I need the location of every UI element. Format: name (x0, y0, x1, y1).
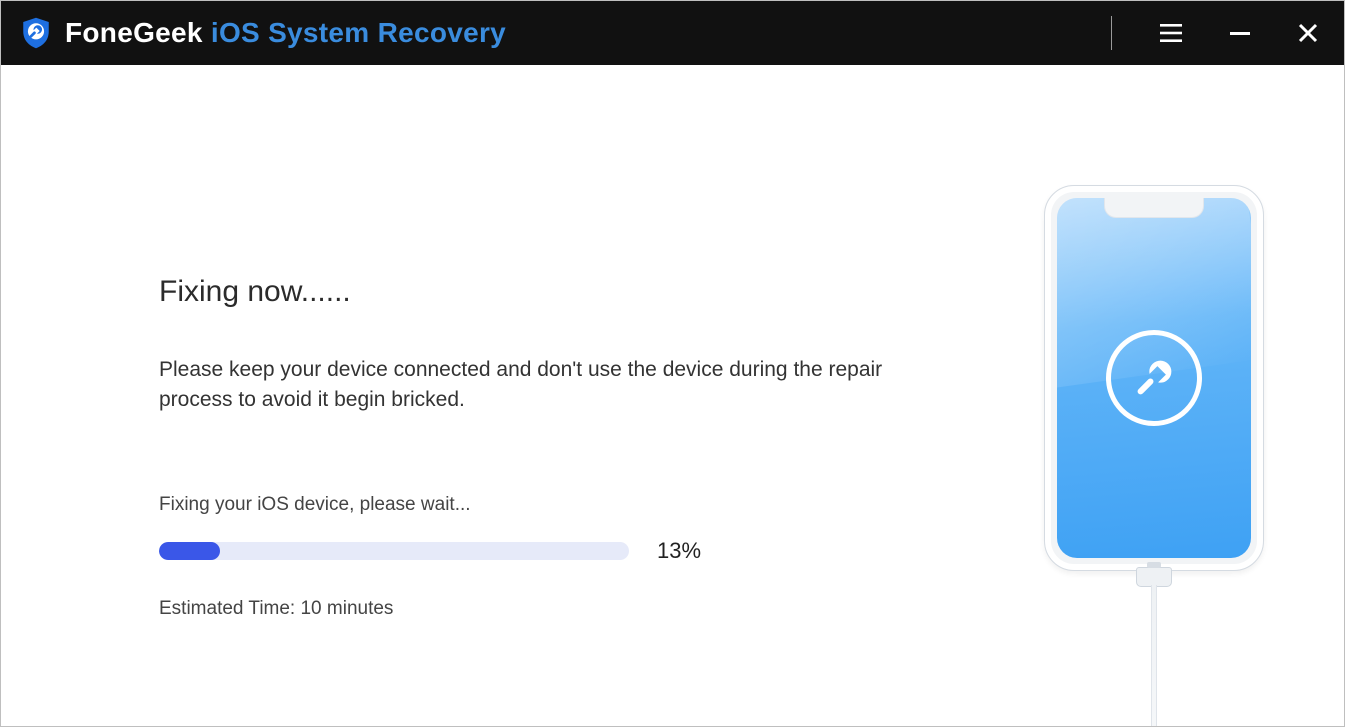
usb-cable (1151, 585, 1157, 727)
close-button[interactable] (1298, 23, 1318, 43)
progress-percent-label: 13% (657, 538, 701, 564)
progress-row: 13% (159, 538, 719, 564)
title-bar: FoneGeek iOS System Recovery (1, 1, 1344, 65)
device-illustration (1044, 185, 1264, 585)
app-title: FoneGeek iOS System Recovery (65, 17, 506, 49)
window-controls (1111, 1, 1334, 65)
app-title-part2: iOS System Recovery (211, 17, 506, 48)
usb-connector (1136, 567, 1172, 587)
close-icon (1298, 23, 1318, 43)
phone-notch (1104, 198, 1204, 218)
wrench-icon (1106, 330, 1202, 426)
progress-bar-fill (159, 542, 220, 560)
app-title-part1: FoneGeek (65, 17, 211, 48)
app-window: FoneGeek iOS System Recovery (0, 0, 1345, 727)
phone-body (1044, 185, 1264, 571)
phone-screen (1057, 198, 1251, 558)
page-heading: Fixing now...... (159, 275, 944, 309)
left-panel: Fixing now...... Please keep your device… (1, 65, 984, 726)
instruction-text: Please keep your device connected and do… (159, 355, 944, 416)
minimize-button[interactable] (1230, 23, 1250, 43)
menu-icon (1160, 24, 1182, 42)
right-panel (984, 65, 1344, 726)
progress-bar (159, 542, 629, 560)
content-area: Fixing now...... Please keep your device… (1, 65, 1344, 726)
app-logo-icon (19, 16, 53, 50)
separator (1111, 16, 1112, 50)
estimated-time-label: Estimated Time: 10 minutes (159, 598, 944, 620)
status-text: Fixing your iOS device, please wait... (159, 494, 944, 516)
minimize-icon (1230, 23, 1250, 43)
menu-button[interactable] (1160, 24, 1182, 42)
